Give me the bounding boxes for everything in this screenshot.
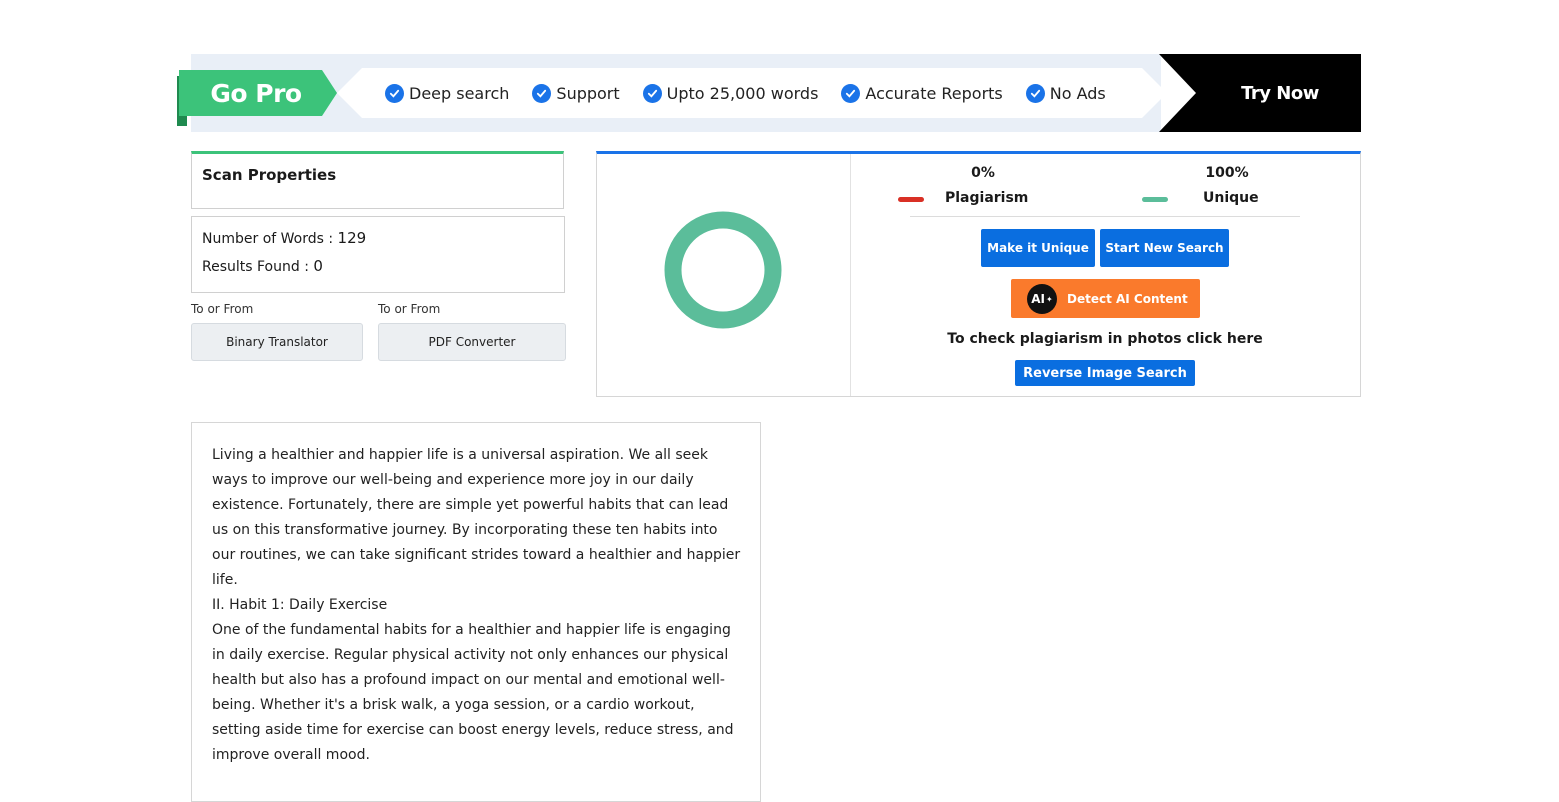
scan-stats: Number of Words : 129 Results Found : 0 [191, 216, 565, 293]
feature-item: Upto 25,000 words [642, 83, 819, 103]
make-it-unique-button[interactable]: Make it Unique [981, 229, 1095, 267]
scan-properties-title: Scan Properties [202, 166, 337, 184]
feature-item: Support [532, 83, 620, 103]
features-list: Deep search Support Upto 25,000 words Ac… [385, 80, 1129, 106]
check-circle-icon [385, 83, 404, 103]
pdf-caption: To or From [378, 302, 441, 316]
check-circle-icon [841, 83, 861, 103]
document-text-box[interactable]: Living a healthier and happier life is a… [191, 422, 761, 802]
word-count-value: 129 [337, 229, 367, 247]
plagiarism-label: Plagiarism [945, 190, 1029, 206]
unique-arc [664, 211, 782, 329]
scan-properties-header: Scan Properties [191, 151, 564, 209]
start-new-search-button[interactable]: Start New Search [1100, 229, 1229, 267]
check-circle-icon [1025, 83, 1045, 103]
pdf-converter-button[interactable]: PDF Converter [378, 323, 566, 361]
results-separator [910, 216, 1300, 217]
feature-label: Accurate Reports [865, 83, 1003, 103]
binary-caption: To or From [191, 302, 254, 316]
feature-label: No Ads [1049, 83, 1106, 103]
check-circle-icon [642, 83, 662, 103]
unique-label: Unique [1203, 190, 1259, 206]
feature-label: Deep search [409, 83, 510, 103]
unique-legend-swatch [1142, 197, 1168, 202]
paragraph-habit-1: One of the fundamental habits for a heal… [212, 622, 734, 763]
photo-check-text: To check plagiarism in photos click here [947, 331, 1263, 347]
check-circle-icon [532, 83, 552, 103]
reverse-image-search-button[interactable]: Reverse Image Search [1015, 360, 1195, 386]
results-found-row: Results Found : 0 [202, 257, 323, 275]
feature-item: Deep search [385, 83, 510, 103]
feature-label: Support [556, 83, 620, 103]
feature-item: Accurate Reports [841, 83, 1003, 103]
feature-label: Upto 25,000 words [666, 83, 819, 103]
results-found-value: 0 [313, 257, 323, 275]
feature-item: No Ads [1025, 83, 1106, 103]
results-divider [850, 154, 851, 396]
habit-heading: II. Habit 1: Daily Exercise [212, 597, 388, 613]
results-found-label: Results Found : [202, 259, 314, 275]
paragraph-intro: Living a healthier and happier life is a… [212, 447, 741, 588]
word-count-row: Number of Words : 129 [202, 229, 366, 247]
binary-translator-button[interactable]: Binary Translator [191, 323, 363, 361]
detect-ai-label: Detect AI Content [1067, 291, 1188, 306]
word-count-label: Number of Words : [202, 231, 338, 247]
plagiarism-legend-swatch [898, 197, 924, 202]
go-pro-banner: Go Pro Deep search Support Upto 25,000 w… [177, 54, 1361, 132]
plagiarism-percent: 0% [971, 165, 995, 181]
try-now-button[interactable]: Try Now [1205, 54, 1355, 132]
go-pro-label: Go Pro [210, 78, 302, 108]
detect-ai-content-button[interactable]: AI ✦ Detect AI Content [1011, 279, 1200, 318]
unique-donut-chart [664, 211, 782, 329]
ai-icon: AI ✦ [1027, 284, 1057, 314]
unique-percent: 100% [1205, 165, 1249, 181]
